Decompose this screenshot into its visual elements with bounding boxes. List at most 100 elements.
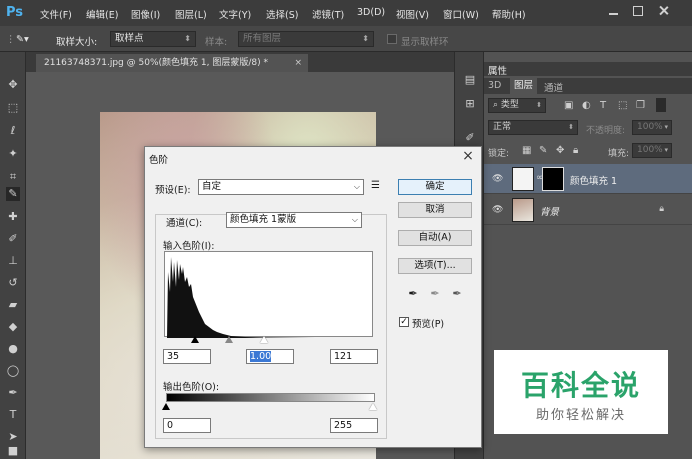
levels-dialog: 色阶 × 预设(E): 自定 ⌵ ☰ 确定 取消 自动(A) 选项(T)... 通… bbox=[144, 146, 482, 448]
type-tool-icon[interactable]: T bbox=[6, 408, 20, 422]
chevron-down-icon: ⌵ bbox=[353, 182, 360, 191]
brush-tool-icon[interactable]: ✐ bbox=[6, 232, 20, 246]
layer-mask-thumbnail[interactable] bbox=[542, 167, 564, 191]
history-brush-tool-icon[interactable]: ↺ bbox=[6, 276, 20, 290]
channel-select[interactable]: 颜色填充 1蒙版 ⌵ bbox=[226, 212, 362, 228]
properties-tab[interactable]: 属性 bbox=[488, 63, 507, 77]
move-tool-icon[interactable]: ✥ bbox=[6, 78, 20, 92]
channel-label: 通道(C): bbox=[163, 215, 206, 229]
eraser-tool-icon[interactable]: ▰ bbox=[6, 298, 20, 312]
opacity-input[interactable]: 100% ▾ bbox=[632, 120, 672, 135]
brush-panel-icon[interactable]: ✐ bbox=[463, 132, 477, 144]
lock-all-icon[interactable]: 🔒︎ bbox=[573, 145, 578, 157]
layer-filter-kind-select[interactable]: ⌕ 类型 ⬍ bbox=[488, 98, 546, 113]
healing-tool-icon[interactable]: ✚ bbox=[6, 210, 20, 224]
preset-select[interactable]: 自定 ⌵ bbox=[198, 179, 364, 195]
menu-type[interactable]: 文字(Y) bbox=[219, 7, 251, 21]
gray-point-eyedropper-icon[interactable]: ✒ bbox=[428, 287, 442, 301]
tab-3d[interactable]: 3D bbox=[488, 80, 501, 91]
visibility-eye-icon[interactable]: 👁︎ bbox=[492, 174, 503, 184]
input-black-slider[interactable] bbox=[191, 336, 199, 343]
close-window-button[interactable] bbox=[656, 4, 672, 18]
input-white-field[interactable]: 121 bbox=[330, 349, 378, 364]
input-gamma-slider[interactable] bbox=[225, 336, 233, 343]
tab-channels[interactable]: 通道 bbox=[544, 80, 563, 94]
path-select-tool-icon[interactable]: ➤ bbox=[6, 430, 20, 444]
paint-bucket-tool-icon[interactable]: ◆ bbox=[6, 320, 20, 334]
properties-header: 属性 bbox=[484, 62, 692, 77]
input-gamma-field[interactable]: 1.00 bbox=[246, 349, 294, 364]
eyedropper-tool-preset-icon[interactable]: ✎▾ bbox=[16, 34, 29, 45]
watermark-title: 百科全说 bbox=[520, 369, 641, 402]
opacity-label: 不透明度: bbox=[586, 126, 626, 136]
layer-thumbnail bbox=[512, 198, 534, 222]
close-icon[interactable]: × bbox=[461, 149, 475, 163]
layer-row-color-fill[interactable]: 👁︎ ∞ 颜色填充 1 bbox=[484, 164, 692, 194]
close-tab-icon[interactable]: × bbox=[294, 54, 302, 72]
menu-layer[interactable]: 图层(L) bbox=[175, 7, 207, 21]
document-tab[interactable]: 21163748371.jpg @ 50%(颜色填充 1, 图层蒙版/8) * … bbox=[36, 54, 308, 72]
menu-edit[interactable]: 编辑(E) bbox=[86, 7, 118, 21]
menu-help[interactable]: 帮助(H) bbox=[492, 7, 526, 21]
filter-shape-icon[interactable]: ⬚ bbox=[618, 100, 627, 112]
adjustments-panel-icon[interactable]: ⊞ bbox=[463, 98, 477, 110]
watermark-logo: 百科全说 助你轻松解决 bbox=[494, 350, 668, 434]
input-black-field[interactable]: 35 bbox=[163, 349, 211, 364]
filter-type-icon[interactable]: T bbox=[600, 100, 606, 112]
filter-adjustment-icon[interactable]: ◐ bbox=[582, 100, 591, 112]
output-black-slider[interactable] bbox=[162, 403, 170, 410]
layer-name[interactable]: 颜色填充 1 bbox=[570, 173, 617, 187]
lock-pixels-icon[interactable]: ✎ bbox=[539, 145, 547, 157]
menu-3d[interactable]: 3D(D) bbox=[357, 7, 385, 18]
output-black-field[interactable]: 0 bbox=[163, 418, 211, 433]
menu-window[interactable]: 窗口(W) bbox=[443, 7, 479, 21]
marquee-tool-icon[interactable]: ⬚ bbox=[6, 101, 20, 115]
menu-file[interactable]: 文件(F) bbox=[40, 7, 72, 21]
layer-name[interactable]: 背景 bbox=[540, 204, 559, 218]
sample-size-label: 取样大小: bbox=[56, 37, 98, 48]
menu-view[interactable]: 视图(V) bbox=[396, 7, 429, 21]
input-white-slider[interactable] bbox=[260, 336, 268, 343]
lock-position-icon[interactable]: ✥ bbox=[556, 145, 564, 157]
options-bar: ⋮ ✎▾ 取样大小: 取样点 ⬍ 样本: 所有图层 ⬍ 显示取样环 bbox=[0, 26, 692, 52]
menu-image[interactable]: 图像(I) bbox=[131, 7, 160, 21]
stamp-tool-icon[interactable]: ⊥ bbox=[6, 254, 20, 268]
cancel-button[interactable]: 取消 bbox=[398, 202, 472, 218]
fill-input[interactable]: 100% ▾ bbox=[632, 143, 672, 158]
sample-select[interactable]: 所有图层 ⬍ bbox=[238, 31, 374, 47]
dodge-tool-icon[interactable]: ◯ bbox=[6, 364, 20, 378]
filter-smart-object-icon[interactable]: ❐ bbox=[636, 100, 645, 112]
magic-wand-tool-icon[interactable]: ✦ bbox=[6, 147, 20, 161]
filter-pixel-icon[interactable]: ▣ bbox=[564, 100, 573, 112]
output-white-slider[interactable] bbox=[369, 403, 377, 410]
lock-icon: 🔒︎ bbox=[659, 204, 664, 214]
eyedropper-tool-icon[interactable]: ✎ bbox=[6, 187, 20, 201]
lasso-tool-icon[interactable]: ℓ bbox=[6, 124, 20, 138]
black-point-eyedropper-icon[interactable]: ✒ bbox=[406, 287, 420, 301]
pen-tool-icon[interactable]: ✒ bbox=[6, 386, 20, 400]
menu-bar: Ps 文件(F) 编辑(E) 图像(I) 图层(L) 文字(Y) 选择(S) 滤… bbox=[0, 0, 692, 26]
shape-tool-icon[interactable]: ■ bbox=[6, 444, 20, 458]
menu-filter[interactable]: 滤镜(T) bbox=[312, 7, 344, 21]
menu-select[interactable]: 选择(S) bbox=[266, 7, 298, 21]
options-button[interactable]: 选项(T)... bbox=[398, 258, 472, 274]
output-white-field[interactable]: 255 bbox=[330, 418, 378, 433]
preset-options-icon[interactable]: ☰ bbox=[371, 180, 380, 191]
crop-tool-icon[interactable]: ⌗ bbox=[6, 170, 20, 184]
history-panel-icon[interactable]: ▤ bbox=[463, 74, 477, 86]
ok-button[interactable]: 确定 bbox=[398, 179, 472, 195]
blur-tool-icon[interactable]: ● bbox=[6, 342, 20, 356]
maximize-button[interactable] bbox=[630, 4, 646, 18]
blend-mode-select[interactable]: 正常 ⬍ bbox=[488, 120, 578, 135]
visibility-eye-icon[interactable]: 👁︎ bbox=[492, 205, 503, 215]
auto-button[interactable]: 自动(A) bbox=[398, 230, 472, 246]
minimize-button[interactable] bbox=[606, 4, 622, 18]
tab-layers[interactable]: 图层 bbox=[510, 78, 538, 94]
filter-toggle-icon[interactable] bbox=[656, 98, 666, 112]
show-ring-checkbox[interactable] bbox=[387, 34, 397, 44]
sample-size-select[interactable]: 取样点 ⬍ bbox=[110, 31, 196, 47]
white-point-eyedropper-icon[interactable]: ✒ bbox=[450, 287, 464, 301]
layer-row-background[interactable]: 👁︎ 背景 🔒︎ bbox=[484, 195, 692, 225]
preview-checkbox[interactable]: ✓ bbox=[399, 317, 409, 327]
lock-transparency-icon[interactable]: ▦ bbox=[522, 145, 531, 157]
